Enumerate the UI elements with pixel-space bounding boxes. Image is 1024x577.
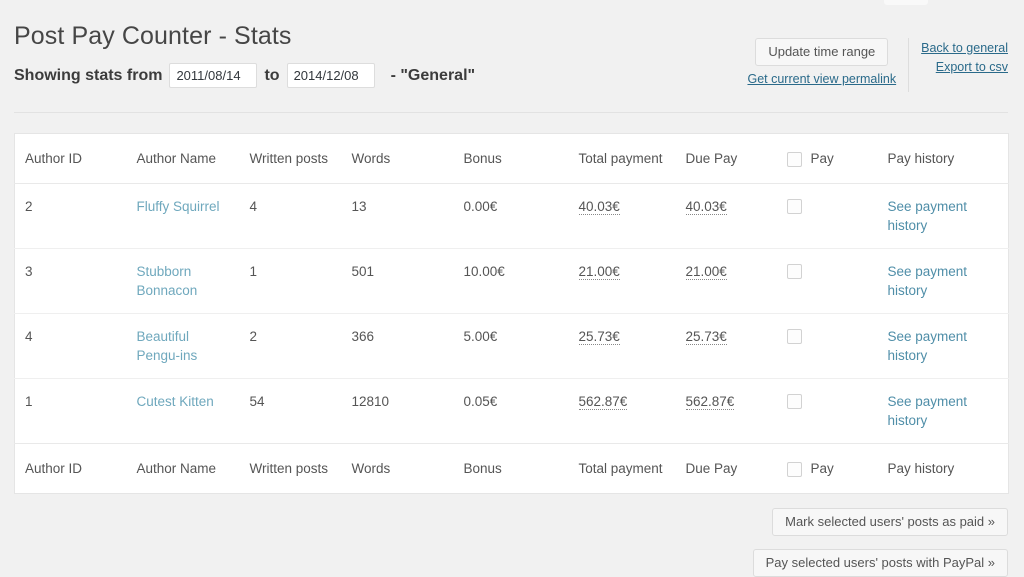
footer-actions: Mark selected users' posts as paid » Pay… [0, 494, 1024, 577]
back-to-general-link[interactable]: Back to general [921, 41, 1008, 55]
mark-paid-row: Mark selected users' posts as paid » [0, 508, 1008, 536]
row-pay-checkbox[interactable] [787, 264, 802, 279]
cell-bonus: 10.00€ [454, 248, 569, 313]
row-pay-checkbox[interactable] [787, 329, 802, 344]
select-all-pay-checkbox-footer[interactable] [787, 462, 802, 477]
cell-bonus: 0.05€ [454, 378, 569, 443]
see-payment-history-link[interactable]: See payment history [888, 264, 968, 298]
update-time-range-button[interactable]: Update time range [755, 38, 888, 66]
stats-table-area: Author ID Author Name Written posts Word… [0, 113, 1024, 494]
column-header-total-payment[interactable]: Total payment [569, 133, 676, 183]
cell-written-posts: 2 [240, 313, 342, 378]
cell-total-payment[interactable]: 40.03€ [579, 199, 620, 215]
cell-words: 366 [342, 313, 454, 378]
stats-table-body: 2Fluffy Squirrel4130.00€40.03€40.03€See … [15, 183, 1009, 443]
top-controls: Update time range Get current view perma… [747, 38, 1008, 92]
get-current-view-permalink-link[interactable]: Get current view permalink [747, 72, 896, 86]
cell-author-id: 3 [15, 248, 127, 313]
footer-header-words[interactable]: Words [342, 443, 454, 493]
cell-written-posts: 4 [240, 183, 342, 248]
column-header-pay-label: Pay [811, 149, 834, 168]
to-label: to [264, 67, 279, 85]
stats-table: Author ID Author Name Written posts Word… [14, 133, 1009, 494]
footer-header-author-name[interactable]: Author Name [127, 443, 240, 493]
showing-stats-label: Showing stats from [14, 67, 162, 85]
cell-words: 13 [342, 183, 454, 248]
header-divider [14, 112, 1008, 113]
footer-header-pay-label: Pay [811, 459, 834, 478]
cell-author-id: 1 [15, 378, 127, 443]
select-all-pay-checkbox[interactable] [787, 152, 802, 167]
table-header-row: Author ID Author Name Written posts Word… [15, 133, 1009, 183]
cell-bonus: 0.00€ [454, 183, 569, 248]
author-name-link[interactable]: Stubborn Bonnacon [137, 264, 198, 298]
author-name-link[interactable]: Cutest Kitten [137, 394, 214, 409]
column-header-author-id[interactable]: Author ID [15, 133, 127, 183]
column-header-written-posts[interactable]: Written posts [240, 133, 342, 183]
cell-written-posts: 1 [240, 248, 342, 313]
cell-bonus: 5.00€ [454, 313, 569, 378]
cell-due-pay[interactable]: 25.73€ [686, 329, 727, 345]
page-header: Post Pay Counter - Stats Showing stats f… [0, 0, 1024, 113]
export-to-csv-link[interactable]: Export to csv [921, 60, 1008, 74]
table-row: 1 Cutest Kitten 54128100.05€ 562.87€ 562.87€… [15, 378, 1009, 443]
footer-header-written-posts[interactable]: Written posts [240, 443, 342, 493]
footer-header-pay-history[interactable]: Pay history [878, 443, 1009, 493]
stats-table-foot: Author ID Author Name Written posts Word… [15, 443, 1009, 493]
footer-header-pay: Pay [777, 443, 878, 493]
footer-header-author-id[interactable]: Author ID [15, 443, 127, 493]
footer-header-bonus[interactable]: Bonus [454, 443, 569, 493]
stats-table-head: Author ID Author Name Written posts Word… [15, 133, 1009, 183]
table-row: 3 Stubborn Bonnacon 150110.00€ 21.00€ 21.00€… [15, 248, 1009, 313]
row-pay-checkbox[interactable] [787, 199, 802, 214]
context-label: - "General" [391, 67, 476, 85]
author-name-link[interactable]: Beautiful Pengu-ins [137, 329, 198, 363]
cell-due-pay[interactable]: 562.87€ [686, 394, 735, 410]
table-row: 4 Beautiful Pengu-ins 23665.00€ 25.73€ 25.73… [15, 313, 1009, 378]
see-payment-history-link[interactable]: See payment history [888, 199, 968, 233]
date-from-input[interactable] [169, 63, 257, 88]
row-pay-checkbox[interactable] [787, 394, 802, 409]
column-header-author-name[interactable]: Author Name [127, 133, 240, 183]
cell-total-payment[interactable]: 21.00€ [579, 264, 620, 280]
time-range-controls: Update time range Get current view perma… [747, 38, 909, 92]
cell-words: 501 [342, 248, 454, 313]
mark-selected-paid-button[interactable]: Mark selected users' posts as paid » [772, 508, 1008, 536]
cell-due-pay[interactable]: 21.00€ [686, 264, 727, 280]
cell-total-payment[interactable]: 25.73€ [579, 329, 620, 345]
column-header-bonus[interactable]: Bonus [454, 133, 569, 183]
nav-links: Back to general Export to csv [909, 38, 1008, 79]
see-payment-history-link[interactable]: See payment history [888, 394, 968, 428]
cell-total-payment[interactable]: 562.87€ [579, 394, 628, 410]
cell-words: 12810 [342, 378, 454, 443]
date-to-input[interactable] [287, 63, 375, 88]
pay-with-paypal-button[interactable]: Pay selected users' posts with PayPal » [753, 549, 1008, 577]
column-header-words[interactable]: Words [342, 133, 454, 183]
footer-header-total-payment[interactable]: Total payment [569, 443, 676, 493]
column-header-pay: Pay [777, 133, 878, 183]
author-name-link[interactable]: Fluffy Squirrel [137, 199, 220, 214]
column-header-due-pay[interactable]: Due Pay [676, 133, 777, 183]
table-footer-row: Author ID Author Name Written posts Word… [15, 443, 1009, 493]
cell-written-posts: 54 [240, 378, 342, 443]
footer-header-due-pay[interactable]: Due Pay [676, 443, 777, 493]
cell-author-id: 2 [15, 183, 127, 248]
cell-author-id: 4 [15, 313, 127, 378]
paypal-row: Pay selected users' posts with PayPal » [0, 549, 1008, 577]
column-header-pay-history[interactable]: Pay history [878, 133, 1009, 183]
see-payment-history-link[interactable]: See payment history [888, 329, 968, 363]
table-row: 2 Fluffy Squirrel 4130.00€ 40.03€ 40.03€ See … [15, 183, 1009, 248]
cell-due-pay[interactable]: 40.03€ [686, 199, 727, 215]
